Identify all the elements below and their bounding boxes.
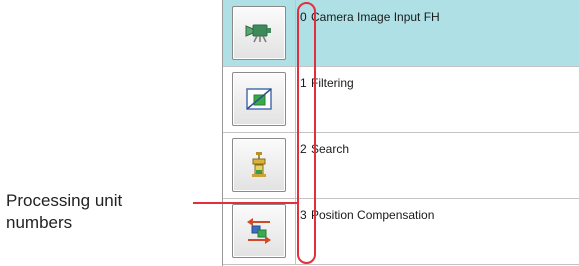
processing-item-name: Filtering [311,76,354,90]
processing-unit-number: 1 [300,76,307,90]
flow-item-filtering[interactable]: 1 Filtering [223,66,579,133]
camera-image-input-icon [245,24,271,43]
row-divider [295,0,296,66]
filtering-icon [246,88,272,110]
position-compensation-icon [247,218,271,244]
camera-image-input-button[interactable] [232,6,286,60]
filtering-button[interactable] [232,72,286,126]
processing-unit-number: 3 [300,208,307,222]
search-button[interactable] [232,138,286,192]
processing-item-name: Camera Image Input FH [311,10,440,24]
processing-item-name: Position Compensation [311,208,435,222]
callout-label: Processing unit numbers [6,191,123,232]
callout-leader-line [193,202,298,204]
row-divider [295,198,296,264]
figure: 0 Camera Image Input FH 1 Filtering 2 Se… [0,0,579,266]
search-icon [252,152,266,177]
flow-item-position-compensation[interactable]: 3 Position Compensation [223,198,579,265]
processing-unit-number: 2 [300,142,307,156]
processing-flow-list: 0 Camera Image Input FH 1 Filtering 2 Se… [222,0,579,266]
position-compensation-button[interactable] [232,204,286,258]
flow-item-search[interactable]: 2 Search [223,132,579,199]
processing-item-name: Search [311,142,350,156]
flow-item-camera-image-input[interactable]: 0 Camera Image Input FH [223,0,579,67]
row-divider [295,66,296,132]
row-divider [295,132,296,198]
processing-unit-number: 0 [300,10,307,24]
